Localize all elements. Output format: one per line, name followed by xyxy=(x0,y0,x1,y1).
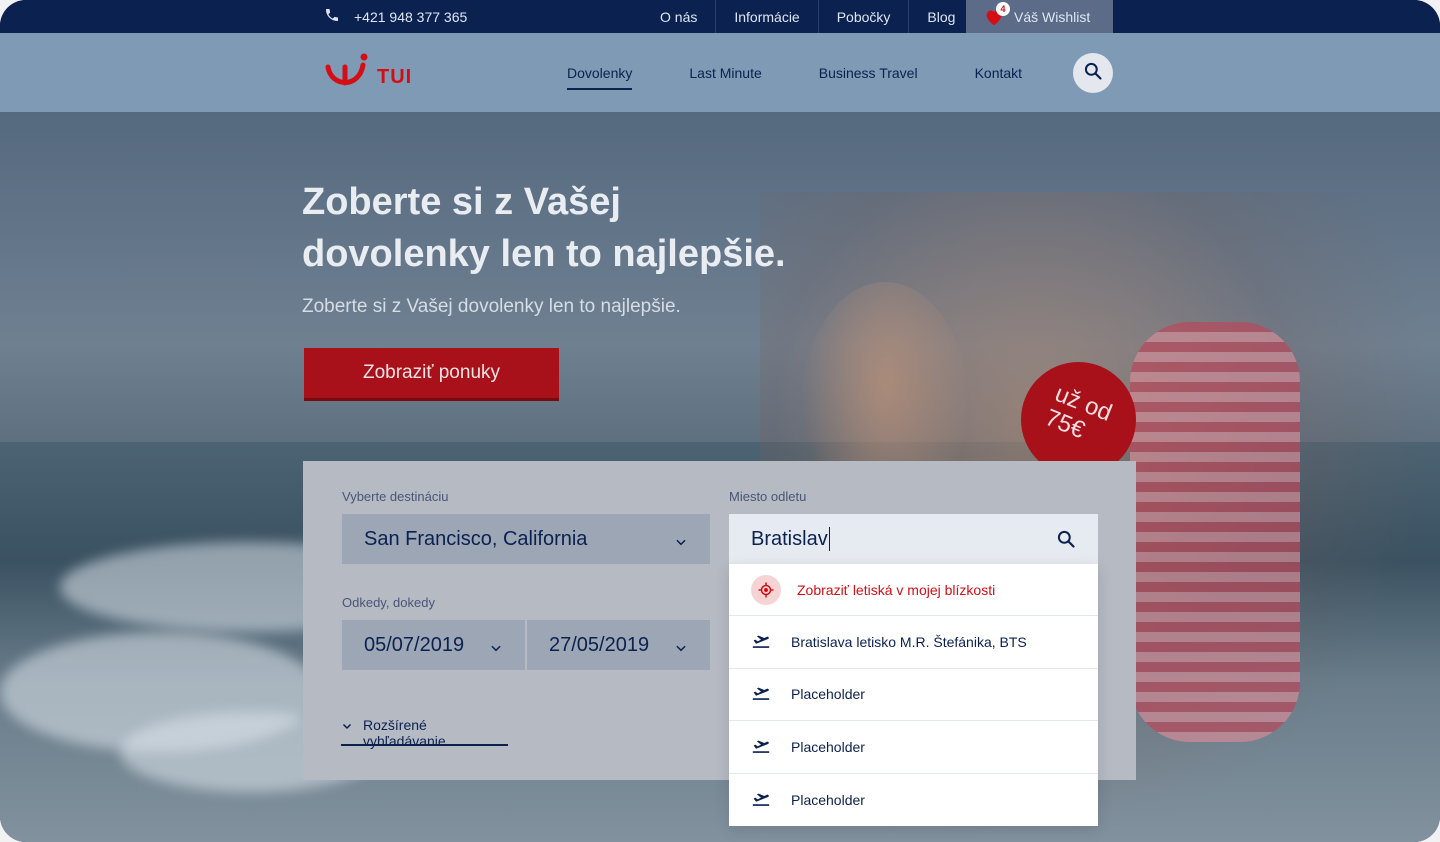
top-link-o-nas[interactable]: O nás xyxy=(642,0,717,33)
destination-select[interactable]: San Francisco, California xyxy=(342,514,710,564)
airport-option-label: Placeholder xyxy=(791,686,865,703)
date-from-select[interactable]: 05/07/2019 xyxy=(342,620,525,670)
departure-dropdown: Zobraziť letiská v mojej blízkosti Brati… xyxy=(729,564,1098,826)
plane-takeoff-icon xyxy=(751,684,771,705)
phone-contact[interactable]: +421 948 377 365 xyxy=(324,0,467,33)
plane-takeoff-icon xyxy=(751,789,771,810)
header-search-button[interactable] xyxy=(1073,53,1113,93)
airport-option[interactable]: Bratislava letisko M.R. Štefánika, BTS xyxy=(729,616,1098,669)
chevron-down-icon xyxy=(341,717,353,735)
chevron-down-icon xyxy=(674,532,688,555)
phone-number: +421 948 377 365 xyxy=(354,8,468,25)
airport-option[interactable]: Placeholder xyxy=(729,721,1098,774)
top-bar: +421 948 377 365 O nás Informácie Pobočk… xyxy=(0,0,1440,33)
tui-smile-icon xyxy=(325,53,369,96)
browser-frame: +421 948 377 365 O nás Informácie Pobočk… xyxy=(0,0,1440,842)
date-to-value: 27/05/2019 xyxy=(549,633,650,656)
airport-option[interactable]: Placeholder xyxy=(729,774,1098,826)
hero-subtitle: Zoberte si z Vašej dovolenky len to najl… xyxy=(302,296,681,317)
nav-kontakt[interactable]: Kontakt xyxy=(975,33,1022,112)
main-nav: Dovolenky Last Minute Business Travel Ko… xyxy=(567,33,1022,112)
departure-input[interactable]: Bratislav xyxy=(729,514,1098,564)
location-target-icon xyxy=(751,574,781,605)
top-link-blog[interactable]: Blog xyxy=(909,0,973,33)
hero-title-line: Zoberte si z Vašej xyxy=(302,181,621,223)
advanced-search-label: Rozšírené vyhľadávanie xyxy=(363,717,446,749)
phone-icon xyxy=(324,7,340,26)
nav-dovolenky[interactable]: Dovolenky xyxy=(567,33,633,112)
wishlist-button[interactable]: 4 Váš Wishlist xyxy=(966,0,1113,33)
nearby-airports-option[interactable]: Zobraziť letiská v mojej blízkosti xyxy=(729,564,1098,617)
hero-title: Zoberte si z Vašej dovolenky len to najl… xyxy=(302,176,862,280)
plane-takeoff-icon xyxy=(751,632,771,653)
main-header: TUI Dovolenky Last Minute Business Trave… xyxy=(0,33,1440,112)
show-offers-button[interactable]: Zobraziť ponuky xyxy=(304,348,559,401)
top-link-informacie[interactable]: Informácie xyxy=(716,0,819,33)
search-icon xyxy=(1083,61,1103,86)
nav-last-minute[interactable]: Last Minute xyxy=(689,33,761,112)
heart-icon: 4 xyxy=(984,1,1010,26)
search-icon[interactable] xyxy=(1056,529,1076,555)
plane-takeoff-icon xyxy=(751,736,771,757)
hero-swimsuit-figure xyxy=(1130,322,1300,742)
airport-option[interactable]: Placeholder xyxy=(729,669,1098,722)
date-to-select[interactable]: 27/05/2019 xyxy=(527,620,710,670)
tui-logo[interactable]: TUI xyxy=(325,53,412,96)
wishlist-label: Váš Wishlist xyxy=(1014,8,1091,25)
destination-value: San Francisco, California xyxy=(364,527,588,550)
advanced-search-toggle[interactable]: Rozšírené vyhľadávanie xyxy=(341,717,508,749)
chevron-down-icon xyxy=(674,638,688,661)
top-links: O nás Informácie Pobočky Blog xyxy=(642,0,973,33)
airport-option-label: Placeholder xyxy=(791,738,865,755)
departure-input-value: Bratislav xyxy=(751,527,828,550)
wishlist-count-badge: 4 xyxy=(996,1,1010,16)
text-caret xyxy=(828,527,830,551)
nearby-airports-label: Zobraziť letiská v mojej blízkosti xyxy=(797,581,996,598)
chevron-down-icon xyxy=(489,638,503,661)
destination-label: Vyberte destináciu xyxy=(342,489,449,504)
departure-label: Miesto odletu xyxy=(729,489,807,504)
logo-text: TUI xyxy=(377,66,413,88)
hero-title-line: dovolenky len to najlepšie. xyxy=(302,233,786,275)
date-from-value: 05/07/2019 xyxy=(364,633,465,656)
price-badge: už od 75€ xyxy=(1021,362,1136,477)
airport-option-label: Bratislava letisko M.R. Štefánika, BTS xyxy=(791,634,1027,651)
top-link-pobocky[interactable]: Pobočky xyxy=(819,0,910,33)
airport-option-label: Placeholder xyxy=(791,791,865,808)
dates-label: Odkedy, dokedy xyxy=(342,595,435,610)
nav-business-travel[interactable]: Business Travel xyxy=(819,33,918,112)
